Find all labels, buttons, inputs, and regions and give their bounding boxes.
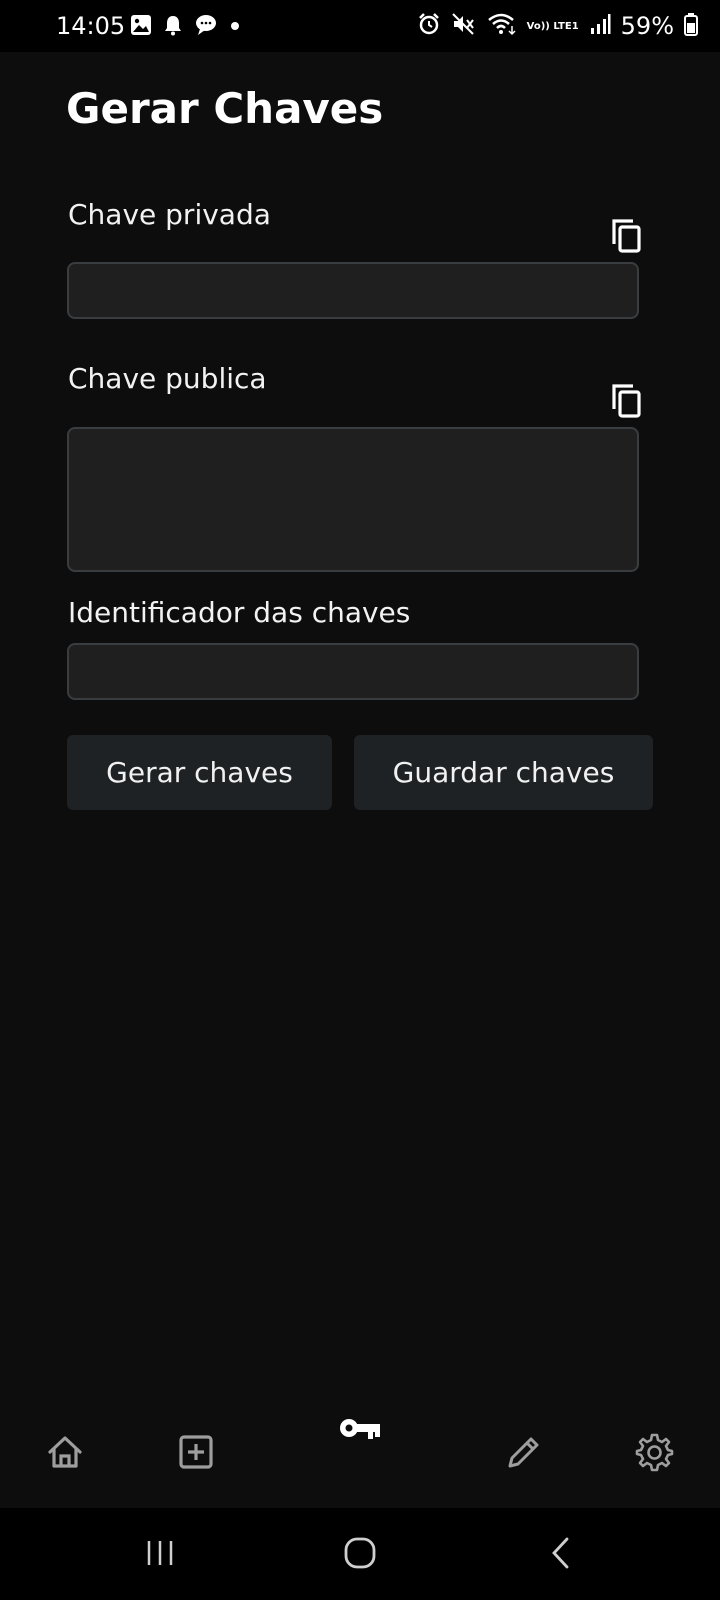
identifier-label: Identificador das chaves [68,596,411,629]
bottom-nav [0,1400,720,1508]
copy-icon [611,383,643,423]
add-box-icon [176,1432,216,1476]
recent-apps-button[interactable] [130,1530,190,1580]
page-title: Gerar Chaves [66,84,384,133]
save-keys-label: Guardar chaves [392,756,615,789]
status-time: 14:05 [56,12,126,40]
copy-public-key-button[interactable] [608,383,646,423]
battery-icon [684,12,698,40]
status-right-icons: Vo)) LTE1 59% [417,12,698,40]
edit-icon [504,1432,544,1476]
bell-icon [162,14,184,40]
alarm-icon [417,12,441,40]
private-key-field[interactable] [67,262,639,319]
copy-icon [611,218,643,258]
private-key-label: Chave privada [68,198,271,231]
chat-icon [194,14,218,40]
public-key-label: Chave publica [68,362,267,395]
back-button[interactable] [532,1530,592,1580]
settings-icon [634,1432,674,1476]
nav-add[interactable] [166,1424,226,1484]
system-nav-bar [0,1508,720,1600]
nav-settings[interactable] [624,1424,684,1484]
recent-apps-icon [145,1538,175,1572]
gallery-icon [130,14,152,40]
generate-keys-label: Gerar chaves [106,756,293,789]
generate-keys-button[interactable]: Gerar chaves [67,735,332,810]
status-bar: 14:05 Vo)) LTE1 59% [0,0,720,52]
copy-private-key-button[interactable] [608,218,646,258]
save-keys-button[interactable]: Guardar chaves [354,735,653,810]
nav-home[interactable] [35,1424,95,1484]
volte-icon: Vo)) LTE1 [526,20,579,32]
back-chevron-icon [547,1536,577,1574]
home-icon [45,1432,85,1476]
signal-icon [589,13,611,39]
battery-percent: 59% [620,12,674,40]
mute-icon [451,12,477,40]
home-circle-icon [343,1536,377,1574]
status-left-icons [130,14,242,40]
home-system-button[interactable] [330,1530,390,1580]
key-icon [338,1413,382,1447]
public-key-field[interactable] [67,427,639,572]
identifier-field[interactable] [67,643,639,700]
dot-icon [228,18,242,37]
nav-edit[interactable] [494,1424,554,1484]
wifi-icon [487,12,517,40]
nav-keys[interactable] [330,1400,390,1460]
